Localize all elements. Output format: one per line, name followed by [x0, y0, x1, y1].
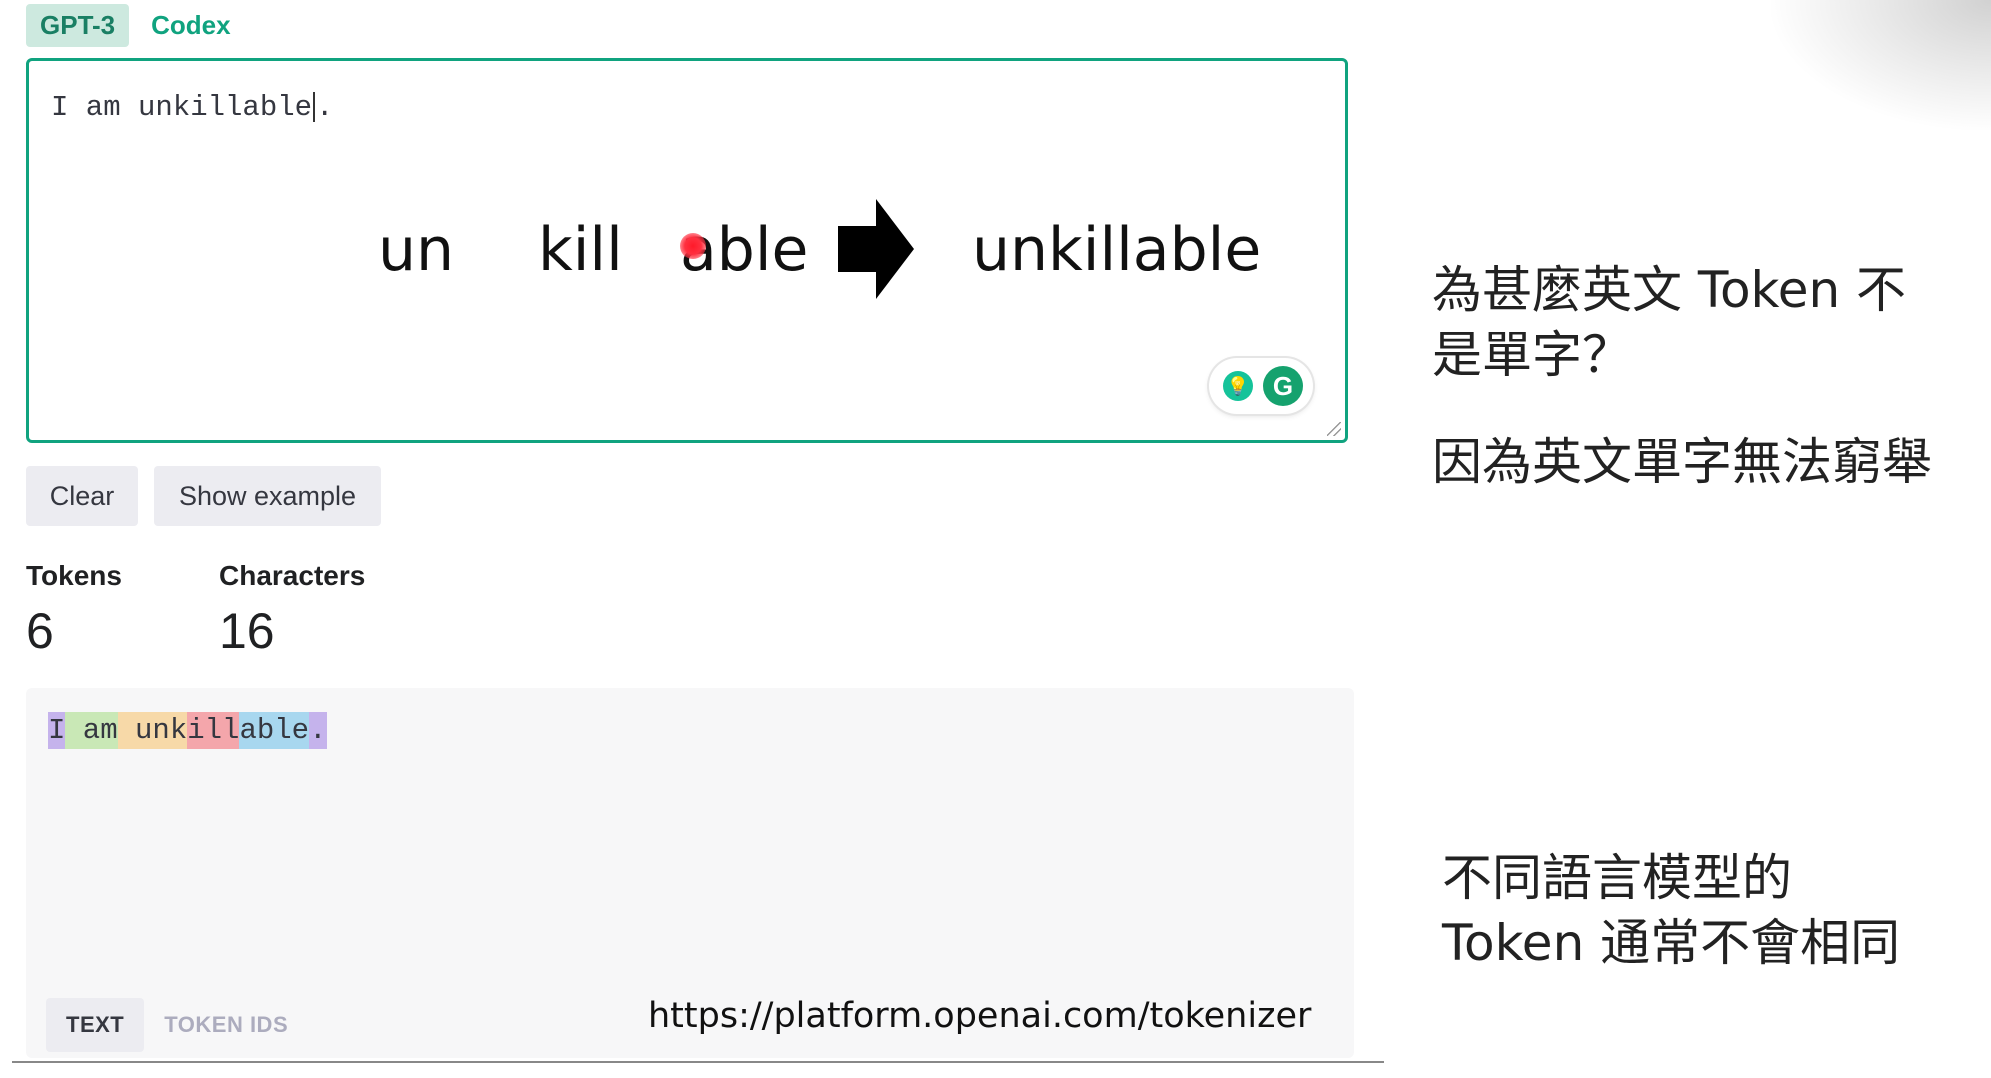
right-arrow-icon — [838, 199, 914, 299]
tab-codex[interactable]: Codex — [137, 4, 244, 47]
tab-text[interactable]: TEXT — [46, 998, 145, 1052]
remark-note: 不同語言模型的 Token 通常不會相同 — [1442, 846, 1900, 976]
question-note: 為甚麼英文 Token 不 是單字？ — [1432, 258, 1906, 388]
output-view-tabs: TEXT TOKEN IDS — [46, 998, 308, 1052]
token: . — [309, 712, 327, 749]
laser-pointer-dot — [680, 233, 706, 259]
question-line-1: 為甚麼英文 Token 不 — [1432, 261, 1907, 319]
token: able — [239, 712, 310, 749]
token: am — [65, 712, 118, 749]
grammarly-icon[interactable]: G — [1263, 366, 1303, 406]
clear-button[interactable]: Clear — [26, 466, 138, 526]
divider — [12, 1061, 1384, 1063]
token: I — [48, 712, 66, 749]
tab-token-ids[interactable]: TOKEN IDS — [144, 998, 308, 1052]
prompt-text-before-caret: I am unkillable — [51, 91, 313, 124]
tokenizer-url: https://platform.openai.com/tokenizer — [648, 996, 1312, 1036]
lightbulb-icon[interactable]: 💡 — [1223, 371, 1253, 401]
prompt-text-after-caret: . — [316, 91, 334, 124]
answer-note: 因為英文單字無法窮舉 — [1432, 433, 1932, 491]
question-line-2: 是單字？ — [1432, 326, 1632, 384]
token-list: I am unk ill able. — [48, 712, 327, 749]
combined-word: unkillable — [972, 215, 1262, 285]
corner-shadow — [1771, 0, 1991, 130]
word-part-kill: kill — [538, 215, 623, 285]
text-caret — [313, 92, 316, 123]
remark-line-1: 不同語言模型的 — [1442, 849, 1792, 907]
tokens-count: 6 — [26, 603, 54, 659]
extension-pill[interactable]: 💡 G — [1209, 358, 1313, 414]
remark-line-2: Token 通常不會相同 — [1442, 914, 1901, 972]
prompt-text: I am unkillable. — [51, 91, 333, 124]
characters-count: 16 — [219, 603, 275, 659]
word-part-un: un — [378, 215, 455, 285]
token: ill — [187, 712, 240, 749]
tab-gpt3[interactable]: GPT-3 — [26, 4, 130, 47]
show-example-button[interactable]: Show example — [154, 466, 381, 526]
resize-handle[interactable] — [1327, 422, 1341, 436]
model-tabs: GPT-3 Codex — [26, 4, 245, 47]
characters-label: Characters — [219, 560, 366, 591]
tokens-label: Tokens — [26, 560, 122, 591]
token: unk — [117, 712, 188, 749]
